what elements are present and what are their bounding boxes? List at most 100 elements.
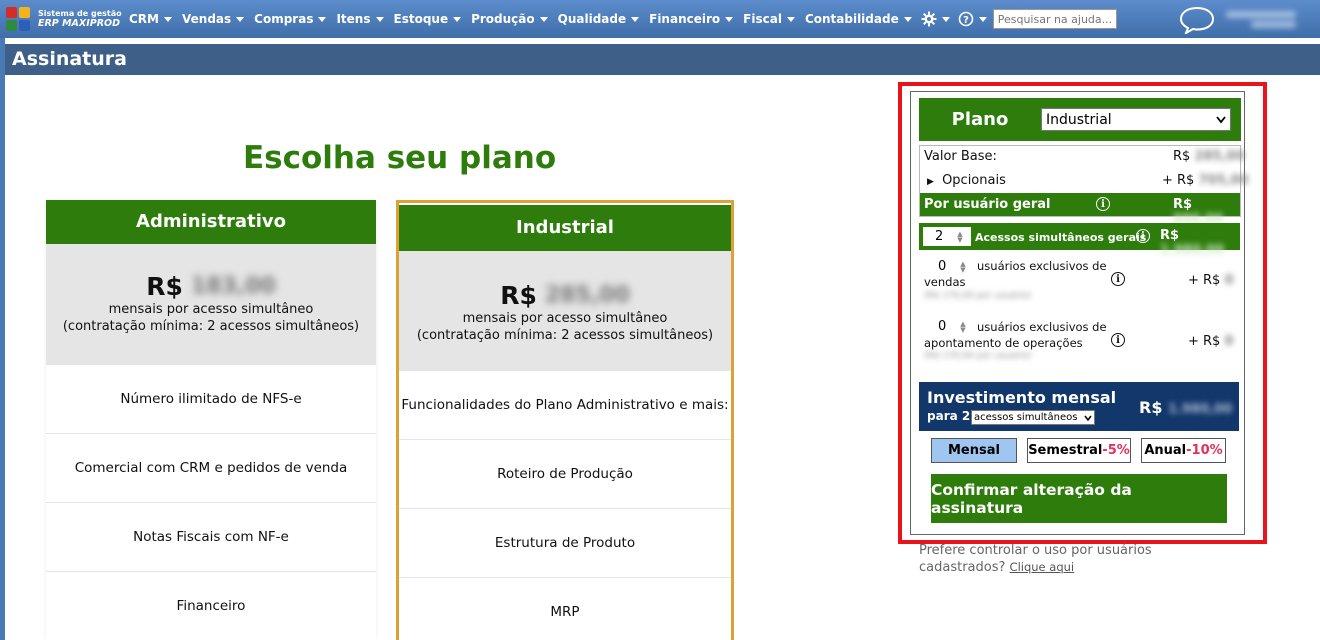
chevron-down-icon bbox=[941, 16, 950, 22]
investimento-title: Investimento mensal bbox=[927, 388, 1117, 407]
plan-select[interactable]: Industrial bbox=[1041, 108, 1231, 131]
plan-price-box: R$ 285,00 mensais por acesso simultâneo … bbox=[399, 251, 731, 371]
chevron-down-icon bbox=[236, 16, 245, 22]
menu-estoque[interactable]: Estoque bbox=[389, 12, 467, 26]
exclusivos-vendas-label-2: vendas bbox=[924, 275, 966, 289]
logo-line2: ERP MAXIPROD bbox=[38, 18, 120, 29]
menu-financeiro[interactable]: Financeiro bbox=[644, 12, 738, 26]
plan-price-box: R$ 183,00 mensais por acesso simultâneo … bbox=[46, 244, 376, 365]
main-menu: CRM Vendas Compras Itens Estoque Produçã… bbox=[124, 9, 1117, 29]
chevron-down-icon bbox=[1216, 115, 1226, 123]
chevron-down-icon bbox=[164, 16, 172, 22]
chevron-down-icon bbox=[903, 16, 912, 22]
help-search-input[interactable] bbox=[992, 9, 1117, 29]
exclusivos-vendas-label-1: usuários exclusivos de bbox=[977, 259, 1107, 273]
help-icon: ? bbox=[958, 11, 974, 27]
menu-contabilidade[interactable]: Contabilidade bbox=[800, 12, 917, 26]
exclusivos-operacoes-stepper[interactable]: 0 ▲ ▼ bbox=[926, 318, 974, 335]
exclusivos-operacoes-value: + R$ 0 bbox=[1188, 334, 1234, 349]
stepper-arrows-icon: ▲ ▼ bbox=[960, 319, 966, 334]
price-per-access: mensais por acesso simultâneo bbox=[462, 311, 668, 326]
plan-name: Industrial bbox=[399, 205, 731, 251]
click-here-link[interactable]: Clique aqui bbox=[1010, 560, 1075, 574]
period-anual-button[interactable]: Anual -10% bbox=[1141, 438, 1226, 463]
caret-right-icon: ▶ bbox=[927, 177, 934, 187]
investimento-select[interactable]: acessos simultâneos bbox=[971, 410, 1095, 425]
exclusivos-operacoes-hint: (R$ 170,00 por usuário) bbox=[924, 351, 1032, 361]
svg-text:?: ? bbox=[963, 15, 969, 26]
chevron-down-icon bbox=[725, 16, 734, 22]
plan-card-administrativo[interactable]: Administrativo R$ 183,00 mensais por ace… bbox=[46, 200, 376, 640]
logo[interactable]: Sistema de gestão ERP MAXIPROD bbox=[6, 7, 124, 31]
top-navigation-bar: Sistema de gestão ERP MAXIPROD CRM Venda… bbox=[0, 0, 1320, 38]
plan-label: Plano bbox=[951, 109, 1009, 130]
menu-vendas[interactable]: Vendas bbox=[177, 12, 249, 26]
menu-qualidade[interactable]: Qualidade bbox=[553, 12, 644, 26]
help-menu[interactable]: ? bbox=[954, 11, 991, 27]
plan-card-industrial[interactable]: Industrial R$ 285,00 mensais por acesso … bbox=[396, 200, 734, 640]
user-info[interactable] bbox=[1226, 8, 1306, 32]
valor-base-value: R$ 285,00 bbox=[1173, 149, 1245, 164]
confirm-subscription-button[interactable]: Confirmar alteração da assinatura bbox=[931, 474, 1227, 523]
gear-icon bbox=[921, 11, 937, 27]
plan-name: Administrativo bbox=[46, 200, 376, 244]
acessos-stepper[interactable]: 2 ▲ ▼ bbox=[923, 227, 971, 246]
menu-producao[interactable]: Produção bbox=[466, 12, 553, 26]
price-minimum: (contratação mínima: 2 acessos simultâne… bbox=[62, 319, 360, 334]
settings-menu[interactable] bbox=[917, 11, 954, 27]
price-minimum: (contratação mínima: 2 acessos simultâne… bbox=[416, 328, 714, 343]
info-icon[interactable]: i bbox=[1111, 272, 1125, 286]
menu-fiscal[interactable]: Fiscal bbox=[738, 12, 800, 26]
price-value-hidden: 285,00 bbox=[544, 283, 630, 308]
chevron-down-icon bbox=[453, 16, 462, 22]
por-usuario-label: Por usuário geral bbox=[924, 197, 1051, 212]
plan-feature: Notas Fiscais com NF-e bbox=[46, 503, 376, 572]
chevron-down-icon bbox=[978, 16, 987, 22]
menu-compras[interactable]: Compras bbox=[249, 12, 331, 26]
stepper-arrows-icon: ▲ ▼ bbox=[957, 229, 963, 244]
por-usuario-row: Por usuário geral i R$ 990,00 bbox=[920, 193, 1240, 227]
chevron-down-icon bbox=[375, 16, 384, 22]
plan-selector-row: Plano Industrial bbox=[919, 98, 1241, 141]
acessos-hidden: 1.980,00 bbox=[1160, 243, 1225, 258]
chevron-down-icon bbox=[1084, 415, 1092, 421]
info-icon[interactable]: i bbox=[1136, 229, 1150, 243]
price-per-access: mensais por acesso simultâneo bbox=[108, 302, 314, 317]
opcionais-toggle[interactable]: ▶ Opcionais bbox=[927, 173, 1006, 188]
exclusivos-vendas-stepper[interactable]: 0 ▲ ▼ bbox=[926, 258, 974, 275]
info-icon[interactable]: i bbox=[1096, 197, 1110, 211]
acessos-row: 2 ▲ ▼ Acessos simultâneos gerais i R$ 1.9… bbox=[919, 223, 1240, 258]
price-currency: R$ bbox=[500, 281, 537, 310]
investimento-hidden: 1.980,00 bbox=[1168, 402, 1233, 417]
menu-crm[interactable]: CRM bbox=[124, 12, 177, 26]
plan-feature: Número ilimitado de NFS-e bbox=[46, 365, 376, 434]
chevron-down-icon bbox=[318, 16, 327, 22]
period-semestral-button[interactable]: Semestral -5% bbox=[1027, 438, 1131, 463]
page-title: Assinatura bbox=[5, 44, 1320, 75]
opcionais-value: + R$ 705,00 bbox=[1162, 173, 1249, 188]
chat-icon[interactable] bbox=[1178, 6, 1216, 34]
period-mensal-button[interactable]: Mensal bbox=[931, 438, 1017, 463]
plan-feature: MRP bbox=[399, 578, 731, 640]
investimento-para: para 2 bbox=[927, 409, 971, 423]
info-icon[interactable]: i bbox=[1111, 333, 1125, 347]
logo-icon bbox=[6, 7, 32, 31]
plan-feature: Estrutura de Produto bbox=[399, 509, 731, 578]
chevron-down-icon bbox=[539, 16, 548, 22]
acessos-label: Acessos simultâneos gerais bbox=[975, 231, 1147, 244]
opcionais-hidden: 705,00 bbox=[1198, 173, 1249, 188]
choose-plan-heading: Escolha seu plano bbox=[243, 140, 557, 176]
plan-feature: Financeiro bbox=[46, 572, 376, 640]
stepper-arrows-icon: ▲ ▼ bbox=[960, 259, 966, 274]
menu-itens[interactable]: Itens bbox=[331, 12, 388, 26]
valor-base-label: Valor Base: bbox=[924, 149, 997, 164]
plan-feature: Roteiro de Produção bbox=[399, 440, 731, 509]
chevron-down-icon bbox=[786, 16, 795, 22]
plan-feature: Comercial com CRM e pedidos de venda bbox=[46, 434, 376, 503]
exclusivos-operacoes-label-1: usuários exclusivos de bbox=[977, 320, 1107, 334]
plan-feature: Funcionalidades do Plano Administrativo … bbox=[399, 371, 731, 440]
valor-base-hidden: 285,00 bbox=[1194, 149, 1245, 164]
exclusivos-operacoes-label-2: apontamento de operações bbox=[924, 336, 1083, 350]
price-currency: R$ bbox=[146, 272, 183, 301]
chevron-down-icon bbox=[631, 16, 640, 22]
